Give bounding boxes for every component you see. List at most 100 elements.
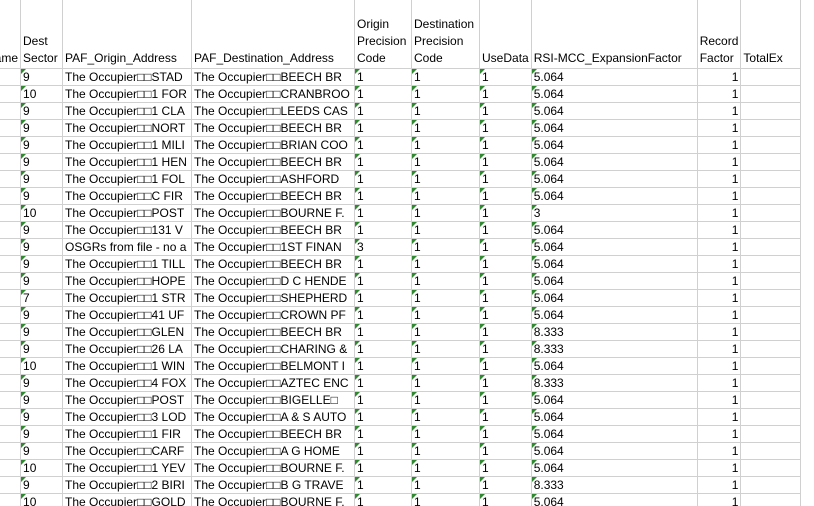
table-cell-destination-address[interactable]: The Occupier□□CROWN PF bbox=[191, 306, 356, 324]
table-cell-totalex[interactable] bbox=[740, 289, 802, 307]
table-cell-record-factor[interactable]: 1 bbox=[697, 425, 742, 443]
table-cell-origin-address[interactable]: The Occupier□□NORT bbox=[62, 119, 193, 137]
table-cell-origin-precision-code[interactable]: 1 bbox=[354, 391, 413, 409]
table-cell-dest-sector[interactable]: 9 bbox=[20, 68, 64, 86]
table-cell-expansion-factor[interactable]: 5.064 bbox=[531, 272, 698, 290]
table-cell-origin-address[interactable]: The Occupier□□26 LA bbox=[62, 340, 193, 358]
table-cell-empty[interactable] bbox=[0, 153, 22, 171]
table-cell-expansion-factor[interactable]: 5.064 bbox=[531, 102, 698, 120]
table-cell-expansion-factor[interactable]: 5.064 bbox=[531, 255, 698, 273]
table-cell-destination-address[interactable]: The Occupier□□BEECH BR bbox=[191, 425, 356, 443]
table-cell-origin-address[interactable]: The Occupier□□STAD bbox=[62, 68, 193, 86]
table-cell-totalex[interactable] bbox=[740, 272, 802, 290]
table-cell-record-factor[interactable]: 1 bbox=[697, 323, 742, 341]
table-cell-origin-address[interactable]: The Occupier□□1 STR bbox=[62, 289, 193, 307]
table-cell-dest-sector[interactable]: 9 bbox=[20, 119, 64, 137]
table-cell-destination-address[interactable]: The Occupier□□BEECH BR bbox=[191, 255, 356, 273]
table-cell-expansion-factor[interactable]: 8.333 bbox=[531, 340, 698, 358]
header-cell-destination-precision-code[interactable]: Destination Precision Code bbox=[411, 0, 481, 69]
table-cell-dest-sector[interactable]: 9 bbox=[20, 170, 64, 188]
table-cell-destination-precision-code[interactable]: 1 bbox=[411, 238, 481, 256]
table-cell-record-factor[interactable]: 1 bbox=[697, 408, 742, 426]
table-cell-dest-sector[interactable]: 9 bbox=[20, 136, 64, 154]
table-cell-record-factor[interactable]: 1 bbox=[697, 391, 742, 409]
table-cell-destination-address[interactable]: The Occupier□□ASHFORD bbox=[191, 170, 356, 188]
table-cell-origin-address[interactable]: The Occupier□□1 YEV bbox=[62, 459, 193, 477]
table-cell-origin-precision-code[interactable]: 1 bbox=[354, 408, 413, 426]
table-cell-totalex[interactable] bbox=[740, 238, 802, 256]
table-cell-dest-sector[interactable]: 7 bbox=[20, 289, 64, 307]
table-cell-destination-address[interactable]: The Occupier□□BOURNE F. bbox=[191, 204, 356, 222]
table-cell-usedata[interactable]: 1 bbox=[479, 255, 532, 273]
table-cell-origin-address[interactable]: The Occupier□□CARF bbox=[62, 442, 193, 460]
table-cell-destination-precision-code[interactable]: 1 bbox=[411, 204, 481, 222]
table-cell-origin-address[interactable]: OSGRs from file - no a bbox=[62, 238, 193, 256]
table-cell-totalex[interactable] bbox=[740, 340, 802, 358]
table-cell-origin-precision-code[interactable]: 3 bbox=[354, 238, 413, 256]
table-cell-usedata[interactable]: 1 bbox=[479, 391, 532, 409]
table-cell-destination-precision-code[interactable]: 1 bbox=[411, 289, 481, 307]
table-cell-totalex[interactable] bbox=[740, 119, 802, 137]
table-cell-usedata[interactable]: 1 bbox=[479, 459, 532, 477]
table-cell-record-factor[interactable]: 1 bbox=[697, 221, 742, 239]
table-cell-destination-precision-code[interactable]: 1 bbox=[411, 323, 481, 341]
table-cell-usedata[interactable]: 1 bbox=[479, 289, 532, 307]
table-cell-usedata[interactable]: 1 bbox=[479, 340, 532, 358]
table-cell-origin-precision-code[interactable]: 1 bbox=[354, 221, 413, 239]
table-cell-expansion-factor[interactable]: 5.064 bbox=[531, 153, 698, 171]
table-cell-destination-precision-code[interactable]: 1 bbox=[411, 221, 481, 239]
table-cell-origin-address[interactable]: The Occupier□□131 V bbox=[62, 221, 193, 239]
table-cell-empty[interactable] bbox=[0, 323, 22, 341]
table-cell-empty[interactable] bbox=[0, 408, 22, 426]
table-cell-empty[interactable] bbox=[0, 425, 22, 443]
table-cell-totalex[interactable] bbox=[740, 493, 802, 506]
table-cell-expansion-factor[interactable]: 5.064 bbox=[531, 221, 698, 239]
header-cell-origin-precision-code[interactable]: Origin Precision Code bbox=[354, 0, 413, 69]
table-cell-record-factor[interactable]: 1 bbox=[697, 340, 742, 358]
table-cell-record-factor[interactable]: 1 bbox=[697, 289, 742, 307]
table-cell-record-factor[interactable]: 1 bbox=[697, 136, 742, 154]
table-cell-totalex[interactable] bbox=[740, 153, 802, 171]
table-cell-expansion-factor[interactable]: 5.064 bbox=[531, 442, 698, 460]
table-cell-destination-precision-code[interactable]: 1 bbox=[411, 306, 481, 324]
table-cell-empty[interactable] bbox=[0, 68, 22, 86]
table-cell-dest-sector[interactable]: 9 bbox=[20, 306, 64, 324]
table-cell-expansion-factor[interactable]: 3 bbox=[531, 204, 698, 222]
table-cell-record-factor[interactable]: 1 bbox=[697, 459, 742, 477]
table-cell-totalex[interactable] bbox=[740, 68, 802, 86]
table-cell-expansion-factor[interactable]: 8.333 bbox=[531, 476, 698, 494]
table-cell-usedata[interactable]: 1 bbox=[479, 221, 532, 239]
table-cell-usedata[interactable]: 1 bbox=[479, 170, 532, 188]
table-cell-destination-precision-code[interactable]: 1 bbox=[411, 408, 481, 426]
table-cell-origin-address[interactable]: The Occupier□□1 CLA bbox=[62, 102, 193, 120]
table-cell-origin-address[interactable]: The Occupier□□1 FOR bbox=[62, 85, 193, 103]
table-cell-usedata[interactable]: 1 bbox=[479, 306, 532, 324]
table-cell-totalex[interactable] bbox=[740, 425, 802, 443]
table-cell-origin-address[interactable]: The Occupier□□HOPE bbox=[62, 272, 193, 290]
table-cell-dest-sector[interactable]: 9 bbox=[20, 425, 64, 443]
table-cell-record-factor[interactable]: 1 bbox=[697, 493, 742, 506]
table-cell-destination-precision-code[interactable]: 1 bbox=[411, 119, 481, 137]
table-cell-empty[interactable] bbox=[0, 204, 22, 222]
table-cell-usedata[interactable]: 1 bbox=[479, 442, 532, 460]
table-cell-destination-address[interactable]: The Occupier□□SHEPHERD bbox=[191, 289, 356, 307]
table-cell-dest-sector[interactable]: 9 bbox=[20, 408, 64, 426]
table-cell-origin-address[interactable]: The Occupier□□GLEN bbox=[62, 323, 193, 341]
table-cell-origin-precision-code[interactable]: 1 bbox=[354, 306, 413, 324]
table-cell-origin-precision-code[interactable]: 1 bbox=[354, 357, 413, 375]
table-cell-empty[interactable] bbox=[0, 136, 22, 154]
table-cell-origin-precision-code[interactable]: 1 bbox=[354, 493, 413, 506]
table-cell-origin-precision-code[interactable]: 1 bbox=[354, 68, 413, 86]
table-cell-record-factor[interactable]: 1 bbox=[697, 306, 742, 324]
table-cell-dest-sector[interactable]: 9 bbox=[20, 323, 64, 341]
table-cell-expansion-factor[interactable]: 5.064 bbox=[531, 289, 698, 307]
table-cell-record-factor[interactable]: 1 bbox=[697, 68, 742, 86]
table-cell-destination-address[interactable]: The Occupier□□BEECH BR bbox=[191, 119, 356, 137]
table-cell-totalex[interactable] bbox=[740, 204, 802, 222]
table-cell-destination-address[interactable]: The Occupier□□CRANBROO bbox=[191, 85, 356, 103]
table-cell-totalex[interactable] bbox=[740, 170, 802, 188]
table-cell-origin-precision-code[interactable]: 1 bbox=[354, 459, 413, 477]
table-cell-expansion-factor[interactable]: 5.064 bbox=[531, 187, 698, 205]
table-cell-destination-precision-code[interactable]: 1 bbox=[411, 476, 481, 494]
table-cell-origin-address[interactable]: The Occupier□□1 FIR bbox=[62, 425, 193, 443]
